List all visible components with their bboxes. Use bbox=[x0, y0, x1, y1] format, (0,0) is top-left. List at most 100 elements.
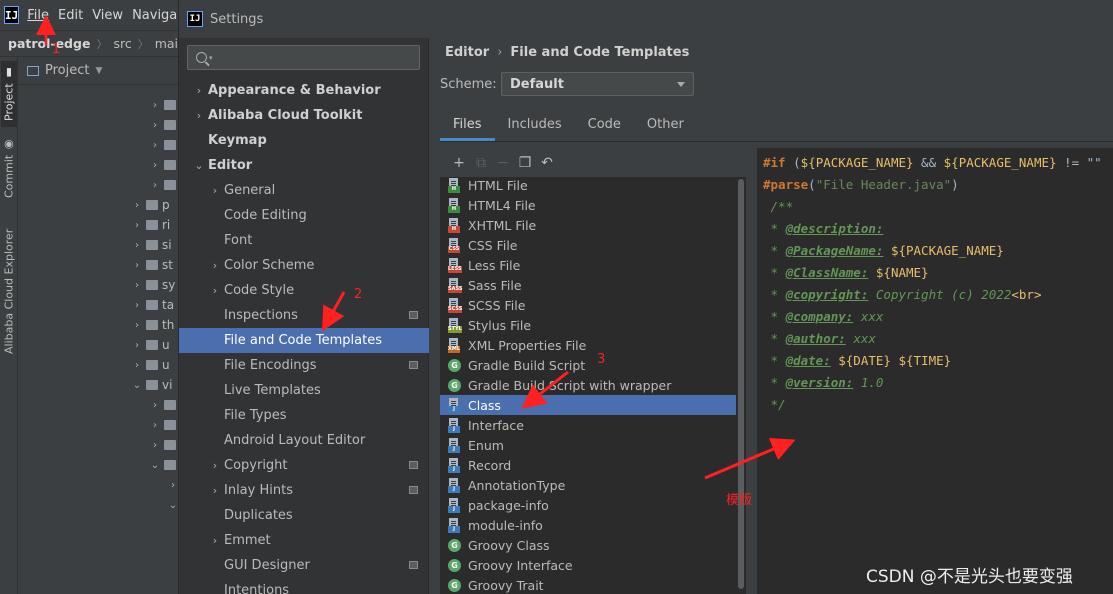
template-item[interactable]: J Interface bbox=[440, 415, 736, 435]
chevron-right-icon[interactable]: › bbox=[132, 220, 142, 231]
settings-nav-item[interactable]: › Emmet bbox=[179, 528, 429, 553]
settings-nav-item[interactable]: File Encodings bbox=[179, 353, 429, 378]
chevron-right-icon[interactable]: › bbox=[132, 240, 142, 251]
template-item[interactable]: J Class bbox=[440, 395, 736, 415]
chevron-right-icon[interactable]: › bbox=[132, 280, 142, 291]
tree-row[interactable]: › ta bbox=[132, 295, 174, 315]
tree-row[interactable]: › sy bbox=[132, 275, 175, 295]
chevron-right-icon[interactable]: › bbox=[150, 140, 160, 151]
chevron-right-icon[interactable]: › bbox=[132, 300, 142, 311]
template-item[interactable]: Jmodule-info bbox=[440, 515, 736, 535]
tree-row[interactable]: › bbox=[150, 95, 180, 115]
chevron-right-icon[interactable]: › bbox=[150, 180, 160, 191]
tree-row[interactable]: › th bbox=[132, 315, 174, 335]
template-item[interactable]: XML XML Properties File bbox=[440, 335, 736, 355]
tree-row[interactable]: › bbox=[150, 435, 180, 455]
tab-includes[interactable]: Includes bbox=[495, 110, 575, 141]
duplicate-icon[interactable]: ❐ bbox=[514, 153, 536, 173]
chevron-right-icon[interactable]: › bbox=[132, 360, 142, 371]
remove-icon[interactable]: − bbox=[492, 153, 514, 173]
chevron-down-icon[interactable]: ▼ bbox=[95, 66, 102, 76]
template-item[interactable]: G Groovy Interface bbox=[440, 555, 736, 575]
chevron-right-icon[interactable]: › bbox=[150, 100, 160, 111]
dialog-titlebar[interactable]: IJ Settings bbox=[179, 0, 1113, 38]
chevron-right-icon[interactable]: › bbox=[132, 320, 142, 331]
settings-nav-item[interactable]: ⌄ Editor bbox=[179, 153, 429, 178]
scrollbar-thumb[interactable] bbox=[738, 179, 744, 589]
chevron-right-icon[interactable]: › bbox=[193, 84, 205, 97]
tool-tab-project[interactable]: Project ▮ bbox=[1, 61, 17, 127]
chevron-right-icon[interactable]: › bbox=[209, 284, 221, 297]
tree-row[interactable]: › bbox=[150, 175, 180, 195]
template-item[interactable]: LESS Less File bbox=[440, 255, 736, 275]
settings-nav-item[interactable]: › Code Style bbox=[179, 278, 429, 303]
settings-nav-item[interactable]: File and Code Templates bbox=[179, 328, 429, 353]
chevron-right-icon[interactable]: › bbox=[193, 109, 205, 122]
chevron-right-icon[interactable]: › bbox=[132, 340, 142, 351]
settings-nav-item[interactable]: Android Layout Editor bbox=[179, 428, 429, 453]
tree-row[interactable]: › si bbox=[132, 235, 172, 255]
template-code-editor[interactable]: #if (${PACKAGE_NAME} && ${PACKAGE_NAME} … bbox=[757, 148, 1113, 594]
breadcrumb-project[interactable]: patrol-edge bbox=[8, 36, 90, 51]
chevron-right-icon[interactable]: › bbox=[150, 160, 160, 171]
tab-other[interactable]: Other bbox=[634, 110, 697, 141]
settings-nav-item[interactable]: Keymap bbox=[179, 128, 429, 153]
chevron-right-icon[interactable]: › bbox=[168, 480, 178, 491]
settings-nav-item[interactable]: Code Editing bbox=[179, 203, 429, 228]
menu-file[interactable]: File bbox=[27, 8, 49, 23]
chevron-down-icon[interactable]: ⌄ bbox=[150, 460, 160, 471]
scheme-select[interactable]: Default bbox=[501, 72, 694, 96]
settings-nav-item[interactable]: Inspections bbox=[179, 303, 429, 328]
chevron-down-icon[interactable]: ⌄ bbox=[168, 500, 178, 511]
tree-row[interactable]: ⌄ bbox=[150, 455, 180, 475]
settings-search[interactable]: ▾ bbox=[187, 45, 420, 70]
settings-nav-item[interactable]: Intentions bbox=[179, 578, 429, 594]
tab-files[interactable]: Files bbox=[440, 110, 495, 141]
settings-nav-item[interactable]: Duplicates bbox=[179, 503, 429, 528]
tree-row[interactable]: › bbox=[150, 135, 180, 155]
chevron-right-icon[interactable]: › bbox=[209, 259, 221, 272]
tree-row[interactable]: › u bbox=[132, 355, 170, 375]
settings-nav-item[interactable]: Font bbox=[179, 228, 429, 253]
template-item[interactable]: H HTML File bbox=[440, 177, 736, 195]
template-item[interactable]: H HTML4 File bbox=[440, 195, 736, 215]
settings-nav-item[interactable]: GUI Designer bbox=[179, 553, 429, 578]
tree-row[interactable]: › st bbox=[132, 255, 173, 275]
chevron-right-icon[interactable]: › bbox=[132, 200, 142, 211]
chevron-right-icon[interactable]: › bbox=[209, 484, 221, 497]
template-item[interactable]: G Groovy Class bbox=[440, 535, 736, 555]
tree-row[interactable]: › ri bbox=[132, 215, 170, 235]
add-icon[interactable]: + bbox=[448, 153, 470, 173]
tree-row[interactable]: › bbox=[150, 415, 180, 435]
settings-search-input[interactable] bbox=[218, 50, 419, 65]
template-item[interactable]: CSS CSS File bbox=[440, 235, 736, 255]
template-item[interactable]: STYL Stylus File bbox=[440, 315, 736, 335]
menu-edit[interactable]: Edit bbox=[58, 8, 83, 23]
breadcrumb-item[interactable]: src bbox=[113, 36, 131, 51]
tree-row[interactable]: › bbox=[150, 115, 180, 135]
chevron-right-icon[interactable]: › bbox=[132, 260, 142, 271]
template-item[interactable]: H XHTML File bbox=[440, 215, 736, 235]
template-item[interactable]: J AnnotationType bbox=[440, 475, 736, 495]
settings-nav-item[interactable]: › General bbox=[179, 178, 429, 203]
template-item[interactable]: G Gradle Build Script bbox=[440, 355, 736, 375]
settings-nav-item[interactable]: › Copyright bbox=[179, 453, 429, 478]
template-item[interactable]: J Enum bbox=[440, 435, 736, 455]
template-item[interactable]: Jpackage-info bbox=[440, 495, 736, 515]
breadcrumb-item[interactable]: main bbox=[155, 36, 178, 51]
tree-row[interactable]: › bbox=[150, 395, 180, 415]
settings-nav-item[interactable]: › Color Scheme bbox=[179, 253, 429, 278]
template-item[interactable]: SCSS SCSS File bbox=[440, 295, 736, 315]
tree-row[interactable]: ⌄ vi bbox=[132, 375, 173, 395]
settings-nav-item[interactable]: File Types bbox=[179, 403, 429, 428]
tree-row[interactable]: › bbox=[150, 155, 180, 175]
chevron-right-icon[interactable]: › bbox=[150, 400, 160, 411]
chevron-right-icon[interactable]: › bbox=[150, 420, 160, 431]
chevron-right-icon[interactable]: › bbox=[209, 184, 221, 197]
settings-nav-item[interactable]: Live Templates bbox=[179, 378, 429, 403]
menu-navigate[interactable]: Naviga bbox=[132, 8, 177, 23]
copy-template-icon[interactable]: ⧉ bbox=[470, 153, 492, 173]
chevron-right-icon[interactable]: › bbox=[150, 440, 160, 451]
chevron-right-icon[interactable]: › bbox=[209, 459, 221, 472]
template-item[interactable]: G Groovy Trait bbox=[440, 575, 736, 594]
